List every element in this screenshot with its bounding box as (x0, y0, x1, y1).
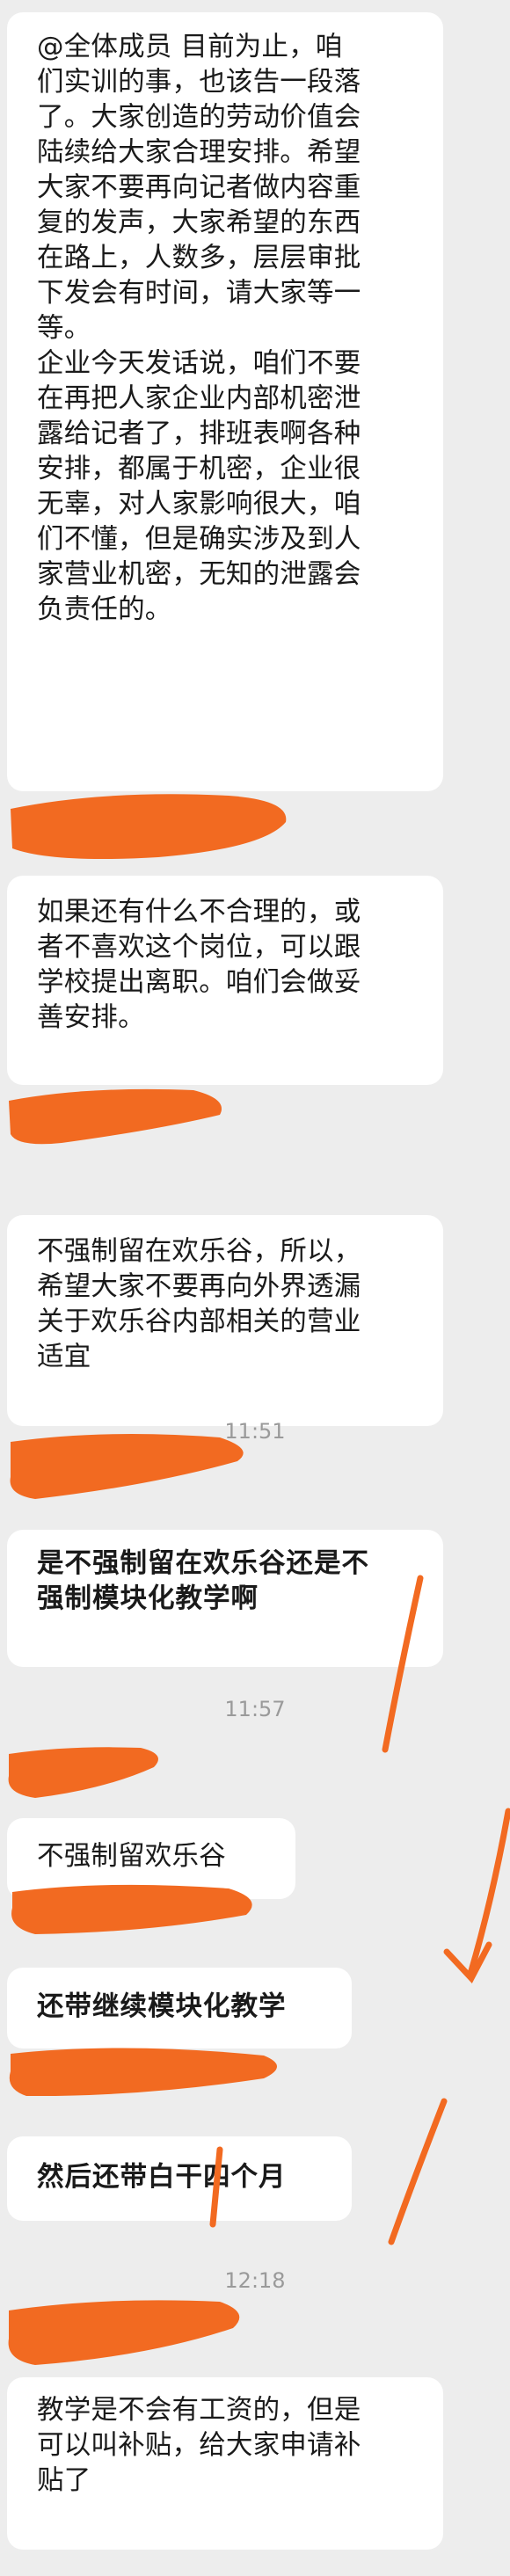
redaction-mark (10, 1434, 244, 1499)
redaction-mark (8, 1747, 158, 1798)
annotation-stroke (388, 2098, 448, 2245)
redaction-mark (9, 1088, 222, 1145)
annotation-stroke (209, 2146, 223, 2228)
redaction-overlay (8, 794, 510, 2365)
redaction-mark (11, 794, 287, 860)
redaction-mark (11, 1884, 252, 1934)
redaction-mark (9, 2048, 278, 2097)
annotation-arrowhead (443, 1941, 492, 1983)
redaction-mark (8, 2300, 240, 2365)
annotation-stroke (382, 1575, 424, 1753)
